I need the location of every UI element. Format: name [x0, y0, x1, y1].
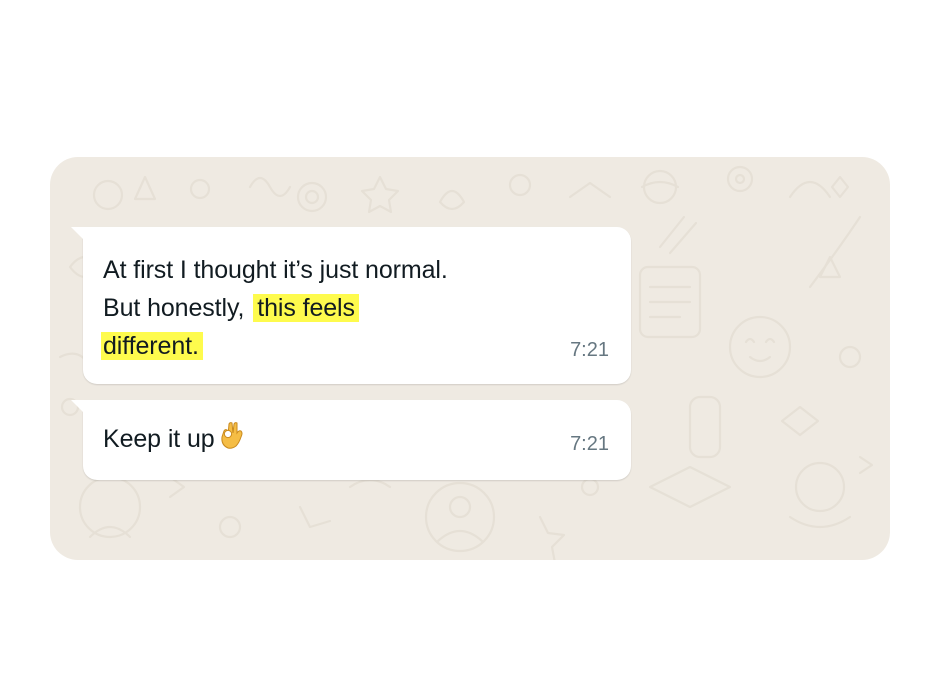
chat-panel: At first I thought it’s just normal. But…	[50, 157, 890, 560]
highlighted-text: different.	[101, 332, 203, 360]
ok-hand-icon	[219, 422, 245, 461]
message-plain-text: But honestly,	[103, 294, 245, 322]
message-line: But honestly, this feels	[103, 289, 543, 327]
message-text: At first I thought it’s just normal. But…	[101, 251, 543, 365]
message-line: At first I thought it’s just normal.	[103, 256, 448, 284]
message-line: different.	[101, 327, 543, 365]
message-timestamp: 7:21	[570, 433, 609, 455]
bubble-tail	[71, 227, 83, 239]
message-text: Keep it up	[103, 420, 543, 461]
bubble-tail	[71, 400, 83, 412]
message-plain-text: Keep it up	[103, 425, 215, 453]
message-bubble[interactable]: Keep it up 7:21	[71, 400, 631, 480]
message-bubble[interactable]: At first I thought it’s just normal. But…	[71, 227, 631, 384]
highlighted-text: this feels	[253, 294, 359, 322]
message-timestamp: 7:21	[570, 339, 609, 361]
